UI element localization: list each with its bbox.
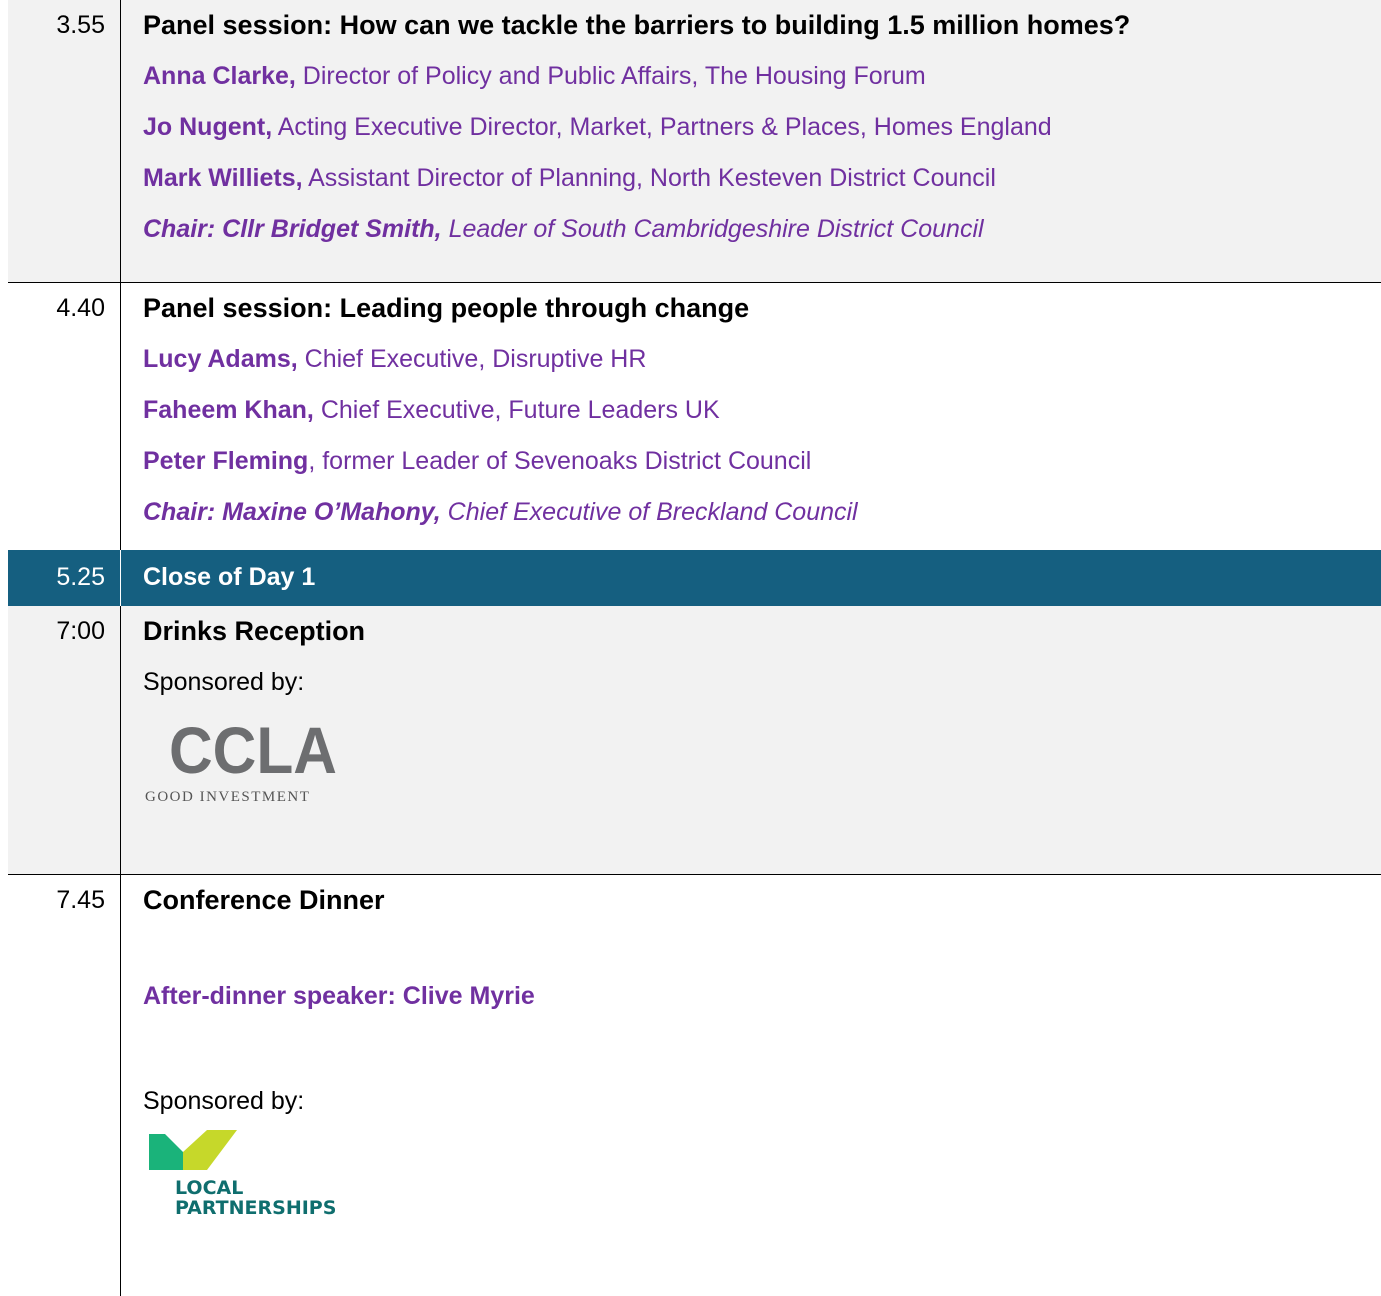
session-time: 4.40: [8, 283, 121, 550]
chair-name: Chair: Maxine O’Mahony,: [143, 498, 441, 526]
chair-role: Leader of South Cambridgeshire District …: [441, 215, 984, 243]
speaker-line: Faheem Khan, Chief Executive, Future Lea…: [143, 395, 1381, 425]
speaker-line: Peter Fleming, former Leader of Sevenoak…: [143, 446, 1381, 476]
speaker-role: Chief Executive, Disruptive HR: [297, 345, 647, 373]
session-time: 7.45: [8, 875, 121, 1296]
svg-text:GOOD INVESTMENT: GOOD INVESTMENT: [145, 789, 310, 805]
chair-name: Chair: Cllr Bridget Smith,: [143, 215, 442, 243]
speaker-line: Anna Clarke, Director of Policy and Publ…: [143, 61, 1381, 91]
speaker-line: Lucy Adams, Chief Executive, Disruptive …: [143, 344, 1381, 374]
session-time: 3.55: [8, 0, 121, 282]
chair-role: Chief Executive of Breckland Council: [440, 498, 858, 526]
speaker-name: Lucy Adams,: [143, 345, 298, 373]
agenda-row: 7:00 Drinks Reception Sponsored by: CCLA…: [8, 606, 1381, 875]
ccla-logo: CCLA GOOD INVESTMENT: [145, 713, 1381, 810]
speaker-role: Director of Policy and Public Affairs, T…: [295, 62, 926, 90]
speaker-name: Peter Fleming: [143, 447, 309, 475]
agenda-row: 4.40 Panel session: Leading people throu…: [8, 283, 1381, 550]
session-title: Panel session: How can we tackle the bar…: [143, 10, 1131, 40]
session-title: Drinks Reception: [143, 616, 366, 646]
session-content: Conference Dinner After-dinner speaker: …: [121, 875, 1381, 1296]
local-partnerships-logo: LOCAL PARTNERSHIPS: [145, 1130, 1381, 1225]
speaker-name: Anna Clarke,: [143, 62, 296, 90]
session-content: Panel session: How can we tackle the bar…: [121, 0, 1381, 282]
svg-text:LOCAL: LOCAL: [175, 1177, 243, 1199]
speaker-line: Jo Nugent, Acting Executive Director, Ma…: [143, 112, 1381, 142]
agenda-row: 3.55 Panel session: How can we tackle th…: [8, 0, 1381, 283]
agenda-row: 7.45 Conference Dinner After-dinner spea…: [8, 875, 1381, 1296]
session-content: Close of Day 1: [121, 550, 1381, 606]
session-title: Conference Dinner: [143, 885, 385, 915]
session-time: 7:00: [8, 606, 121, 874]
speaker-role: Assistant Director of Planning, North Ke…: [302, 164, 996, 192]
sponsored-by-label: Sponsored by:: [143, 668, 305, 696]
speaker-role: , former Leader of Sevenoaks District Co…: [308, 447, 812, 475]
svg-text:PARTNERSHIPS: PARTNERSHIPS: [175, 1197, 336, 1219]
session-content: Panel session: Leading people through ch…: [121, 283, 1381, 550]
chair-line: Chair: Maxine O’Mahony, Chief Executive …: [143, 497, 1381, 527]
ccla-logo-graphic: CCLA GOOD INVESTMENT: [145, 713, 337, 805]
speaker-role: Acting Executive Director, Market, Partn…: [272, 113, 1052, 141]
speaker-role: Chief Executive, Future Leaders UK: [313, 396, 720, 424]
after-dinner-speaker: After-dinner speaker: Clive Myrie: [143, 982, 535, 1010]
session-title: Close of Day 1: [143, 563, 316, 591]
speaker-name: Faheem Khan,: [143, 396, 314, 424]
session-content: Drinks Reception Sponsored by: CCLA GOOD…: [121, 606, 1381, 874]
chair-line: Chair: Cllr Bridget Smith, Leader of Sou…: [143, 214, 1381, 244]
session-time: 5.25: [8, 550, 121, 606]
agenda-row-highlight: 5.25 Close of Day 1: [8, 550, 1381, 606]
speaker-line: Mark Williets, Assistant Director of Pla…: [143, 163, 1381, 193]
speaker-name: Mark Williets,: [143, 164, 303, 192]
agenda-table: 3.55 Panel session: How can we tackle th…: [8, 0, 1381, 1296]
session-title: Panel session: Leading people through ch…: [143, 293, 750, 323]
local-partnerships-logo-graphic: LOCAL PARTNERSHIPS: [149, 1130, 336, 1219]
speaker-name: Jo Nugent,: [143, 113, 273, 141]
svg-text:CCLA: CCLA: [169, 715, 337, 787]
sponsored-by-label: Sponsored by:: [143, 1087, 305, 1115]
